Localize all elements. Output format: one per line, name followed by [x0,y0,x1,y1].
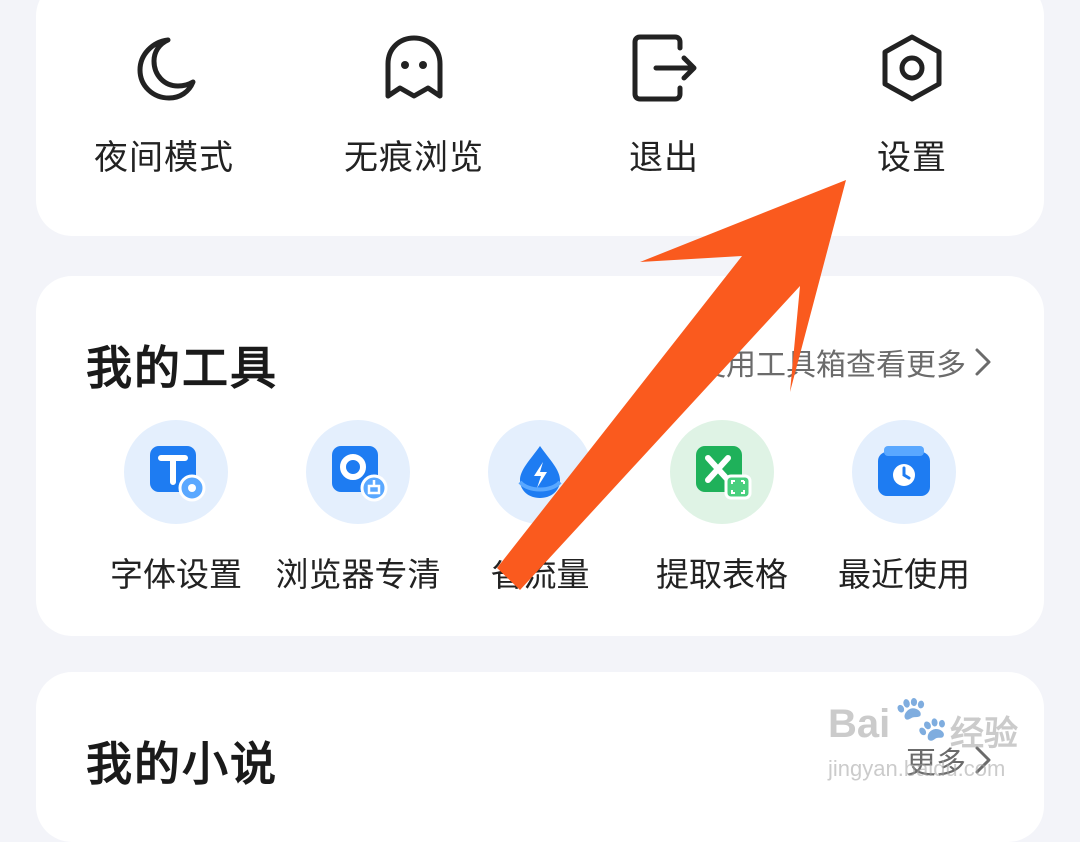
tool-font-settings[interactable]: 字体设置 [85,420,267,596]
tool-icon-bg [124,420,228,524]
tool-extract-table[interactable]: 提取表格 [631,420,813,596]
moon-icon [137,37,196,101]
tool-icon-bg [306,420,410,524]
night-mode-button[interactable]: 夜间模式 [40,32,288,179]
watermark-url: jingyan.baidu.com [828,756,1006,781]
data-saver-icon [518,446,562,498]
tool-data-saver[interactable]: 省流量 [449,420,631,596]
settings-button[interactable]: 设置 [788,32,1036,179]
tool-icon-bg [488,420,592,524]
tool-icon-bg [852,420,956,524]
toolbox-more-label: 去使用工具箱查看更多 [666,348,966,383]
tool-label: 提取表格 [656,555,788,594]
ghost-icon [385,35,443,99]
my-tools-card: 我的工具 去使用工具箱查看更多 字体设置 浏览器专清 省流量 提取表格 最近使用 [36,276,1044,636]
excel-extract-icon [696,446,752,500]
chevron-right-icon [975,348,991,376]
night-mode-label: 夜间模式 [94,138,234,178]
settings-hexagon-icon [882,34,942,102]
novels-title: 我的小说 [86,737,278,791]
tools-title: 我的工具 [86,341,278,395]
exit-label: 退出 [629,138,699,178]
watermark-brand: Bai [828,702,891,746]
quick-actions-card: 夜间模式 无痕浏览 退出 设置 [36,0,1044,236]
watermark-cn: 经验 [950,714,1018,754]
exit-button[interactable]: 退出 [540,32,788,179]
exit-icon [632,34,697,102]
tool-label: 最近使用 [838,555,970,594]
tool-label: 浏览器专清 [275,555,441,594]
recent-clock-icon [878,446,930,496]
tool-label: 省流量 [490,555,590,594]
tool-icon-bg [670,420,774,524]
tool-label: 字体设置 [110,555,242,594]
incognito-button[interactable]: 无痕浏览 [290,32,538,179]
font-settings-icon [150,446,206,502]
incognito-label: 无痕浏览 [344,138,484,178]
paw-logo-icon: 🐾 [894,693,949,744]
toolbox-more-link[interactable]: 去使用工具箱查看更多 [666,340,992,384]
tool-browser-clean[interactable]: 浏览器专清 [267,420,449,596]
settings-label: 设置 [877,138,947,178]
browser-clean-icon [332,446,388,502]
watermark: Bai 🐾 经验 jingyan.baidu.com [828,690,1028,790]
tool-recent[interactable]: 最近使用 [813,420,995,596]
